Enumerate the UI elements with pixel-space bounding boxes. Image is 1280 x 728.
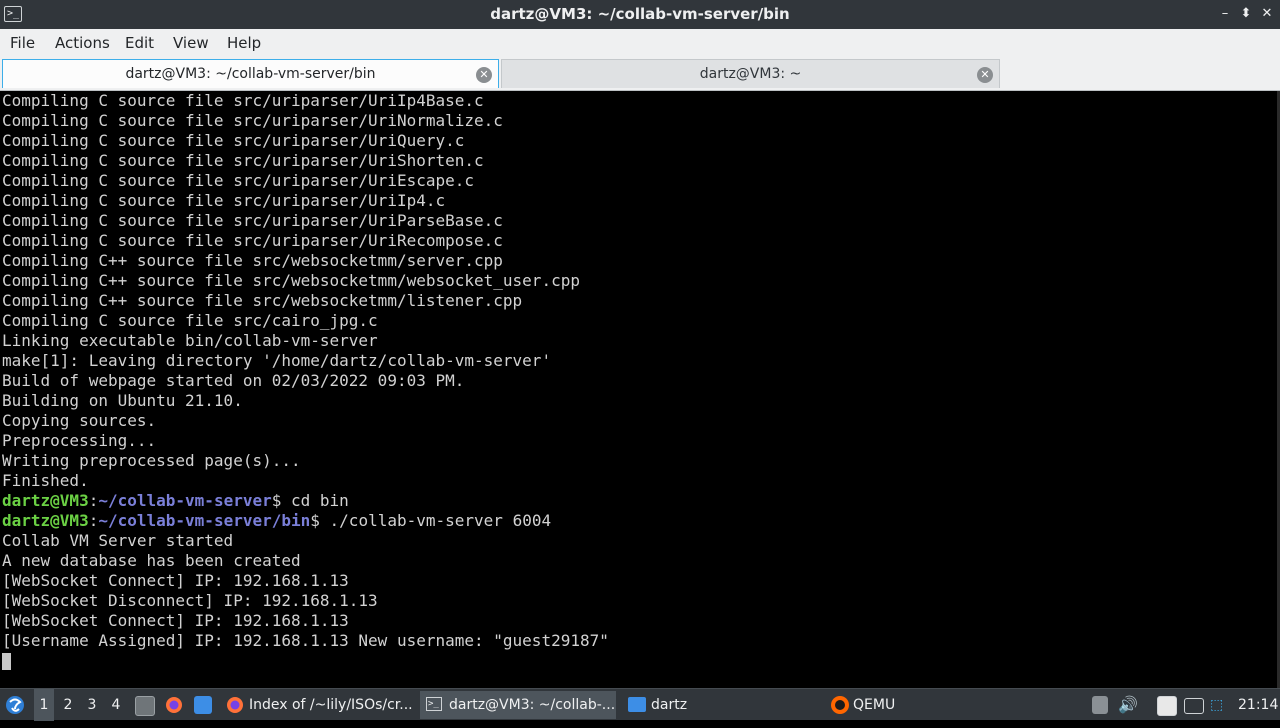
task-label: Index of /~lily/ISOs/cr...	[249, 697, 413, 713]
terminal-line: make[1]: Leaving directory '/home/dartz/…	[2, 351, 552, 370]
prompt-path: ~/collab-vm-server	[98, 491, 272, 510]
prompt-symbol: $	[271, 491, 282, 510]
task-firefox[interactable]: Index of /~lily/ISOs/cr...	[222, 691, 414, 719]
terminal-line: Compiling C source file src/cairo_jpg.c	[2, 311, 378, 330]
task-qemu[interactable]: QEMU	[826, 691, 1006, 719]
clock[interactable]: 21:14	[1238, 689, 1278, 721]
close-window-button[interactable]: ✕	[1258, 5, 1276, 23]
tab-label: dartz@VM3: ~	[699, 66, 802, 82]
menu-help[interactable]: Help	[227, 29, 261, 57]
terminal-line: Linking executable bin/collab-vm-server	[2, 331, 378, 350]
start-menu-icon	[6, 696, 24, 714]
maximize-button[interactable]: ⬍	[1237, 5, 1255, 23]
terminal-line: Copying sources.	[2, 411, 157, 430]
prompt-symbol: $	[310, 511, 320, 530]
display-icon[interactable]	[1184, 698, 1204, 714]
terminal-line: Compiling C source file src/uriparser/Ur…	[2, 211, 503, 230]
menu-file[interactable]: File	[10, 29, 35, 57]
terminal-line: Compiling C source file src/uriparser/Ur…	[2, 131, 465, 150]
terminal-line: Collab VM Server started	[2, 531, 234, 550]
taskbar: 1 2 3 4 Index of /~lily/ISOs/cr... >_ da…	[0, 688, 1280, 721]
workspace-2[interactable]: 2	[58, 689, 78, 721]
prompt-user: dartz@VM3	[2, 511, 89, 530]
terminal-line: Compiling C++ source file src/websocketm…	[2, 291, 523, 310]
minimize-button[interactable]: –	[1216, 5, 1234, 23]
prompt-user: dartz@VM3	[2, 491, 89, 510]
prompt-line: dartz@VM3:~/collab-vm-server$ cd bin	[0, 491, 1280, 511]
network-icon[interactable]: ⬚	[1210, 689, 1223, 721]
tab-label: dartz@VM3: ~/collab-vm-server/bin	[125, 66, 376, 82]
prompt-separator: :	[88, 511, 99, 530]
volume-icon[interactable]: 🔊	[1118, 689, 1138, 721]
terminal-line: Compiling C++ source file src/websocketm…	[2, 271, 580, 290]
terminal-line: Finished.	[2, 471, 89, 490]
terminal-line: Compiling C source file src/uriparser/Ur…	[2, 171, 475, 190]
menu-edit[interactable]: Edit	[125, 29, 154, 57]
terminal-line: Compiling C source file src/uriparser/Ur…	[2, 111, 503, 130]
prompt-line: dartz@VM3:~/collab-vm-server/bin$ ./coll…	[0, 511, 1280, 531]
tab-bar: dartz@VM3: ~/collab-vm-server/bin ✕ dart…	[0, 57, 1280, 91]
clipboard-icon[interactable]	[1157, 696, 1177, 716]
tray-updates-icon[interactable]	[1092, 696, 1108, 714]
close-tab-icon[interactable]: ✕	[476, 67, 492, 83]
workspace-1[interactable]: 1	[34, 689, 54, 721]
terminal-line: Compiling C source file src/uriparser/Ur…	[2, 91, 484, 110]
prompt-separator: :	[88, 491, 99, 510]
terminal-line: Compiling C source file src/uriparser/Ur…	[2, 191, 446, 210]
file-manager-launcher-icon[interactable]	[194, 696, 212, 714]
terminal-line: Compiling C++ source file src/websocketm…	[2, 251, 503, 270]
prompt-command: cd bin	[281, 491, 349, 510]
firefox-launcher-icon[interactable]	[165, 696, 183, 714]
show-desktop-icon[interactable]	[135, 696, 155, 716]
tab-home[interactable]: dartz@VM3: ~ ✕	[501, 59, 1000, 88]
qemu-icon	[831, 696, 849, 714]
prompt-path: ~/collab-vm-server/bin	[98, 511, 311, 530]
cursor-line[interactable]	[0, 651, 1280, 671]
terminal-line: A new database has been created	[2, 551, 301, 570]
task-label: dartz	[651, 697, 688, 713]
terminal-line: Writing preprocessed page(s)...	[2, 451, 301, 470]
terminal-output[interactable]: Compiling C source file src/uriparser/Ur…	[0, 91, 1280, 688]
tab-collab-vm-server-bin[interactable]: dartz@VM3: ~/collab-vm-server/bin ✕	[2, 59, 499, 88]
task-terminal[interactable]: >_ dartz@VM3: ~/collab-...	[420, 691, 616, 719]
terminal-line: Build of webpage started on 02/03/2022 0…	[2, 371, 465, 390]
terminal-icon: >_	[426, 697, 442, 711]
firefox-icon	[227, 697, 243, 713]
text-cursor	[2, 653, 11, 670]
task-label: dartz@VM3: ~/collab-...	[449, 697, 616, 713]
terminal-line: [WebSocket Disconnect] IP: 192.168.1.13	[2, 591, 378, 610]
window-title: dartz@VM3: ~/collab-vm-server/bin	[490, 5, 790, 23]
terminal-line: Building on Ubuntu 21.10.	[2, 391, 243, 410]
close-tab-icon[interactable]: ✕	[977, 67, 993, 83]
window-titlebar[interactable]: >_ dartz@VM3: ~/collab-vm-server/bin – ⬍…	[0, 0, 1280, 29]
workspace-4[interactable]: 4	[106, 689, 126, 721]
terminal-line: [WebSocket Connect] IP: 192.168.1.13	[2, 611, 349, 630]
terminal-line: [WebSocket Connect] IP: 192.168.1.13	[2, 571, 349, 590]
terminal-line: Compiling C source file src/uriparser/Ur…	[2, 231, 503, 250]
menu-view[interactable]: View	[173, 29, 209, 57]
task-label: QEMU	[853, 697, 896, 713]
prompt-command: ./collab-vm-server 6004	[319, 511, 552, 530]
terminal-line: Preprocessing...	[2, 431, 157, 450]
terminal-line: Compiling C source file src/uriparser/Ur…	[2, 151, 484, 170]
task-file-manager[interactable]: dartz	[624, 691, 804, 719]
menu-bar: File Actions Edit View Help	[0, 29, 1280, 57]
terminal-line: [Username Assigned] IP: 192.168.1.13 New…	[2, 631, 609, 650]
folder-icon	[628, 697, 646, 712]
workspace-3[interactable]: 3	[82, 689, 102, 721]
application-menu-button[interactable]	[4, 689, 28, 721]
menu-actions[interactable]: Actions	[55, 29, 110, 57]
